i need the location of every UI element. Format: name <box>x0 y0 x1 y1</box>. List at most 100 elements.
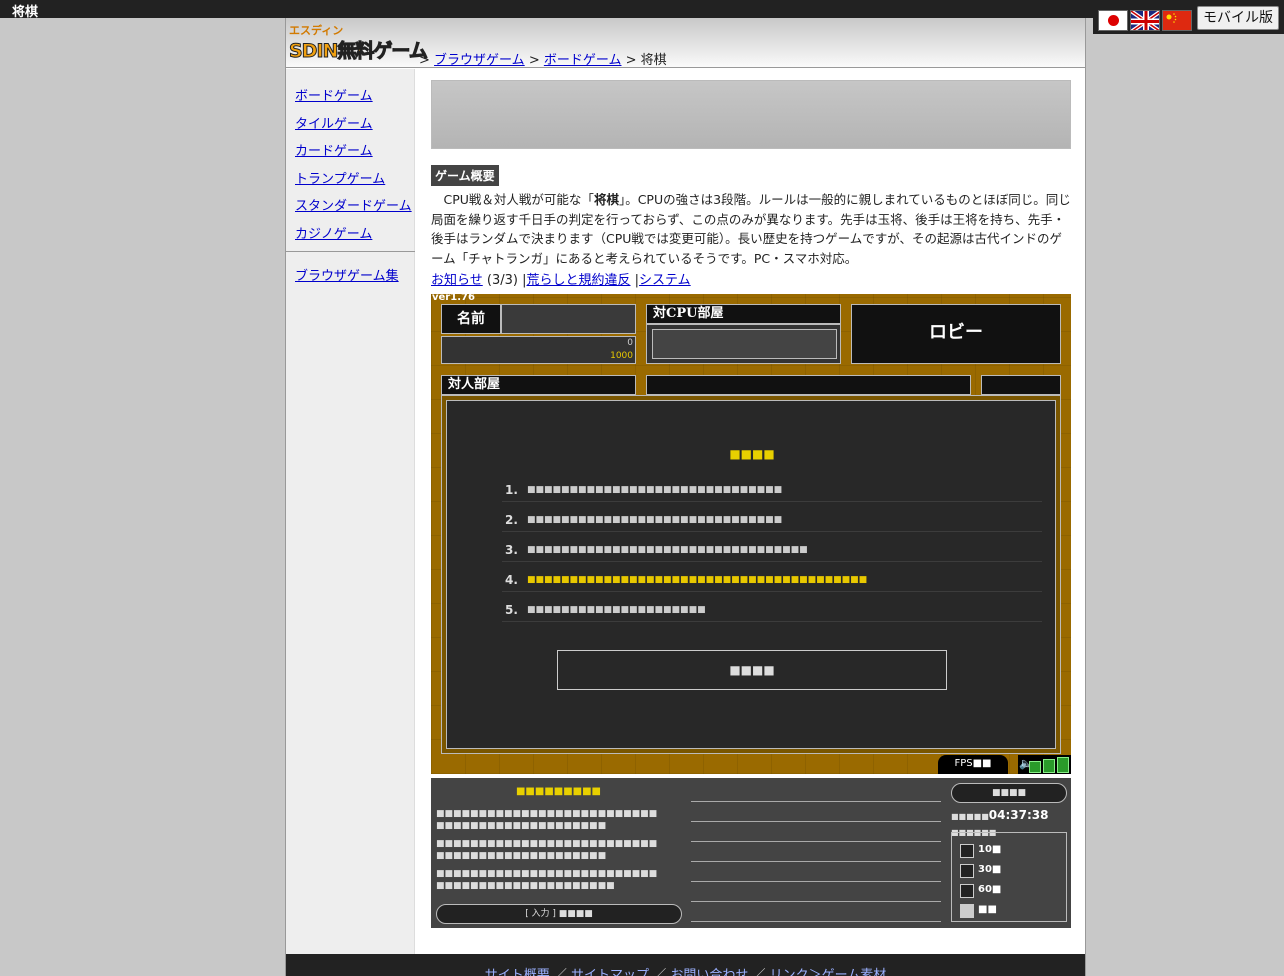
interval-value: 10 <box>978 844 992 855</box>
chat-log-line <box>691 921 941 922</box>
player-stats: 0 1000 <box>441 336 636 364</box>
footer-link-about[interactable]: サイト概要 <box>485 968 550 976</box>
rule-text: ■■■■■■■■■■■■■■■■■■■■■■■■■■■■■■ <box>527 515 783 525</box>
mobile-version-button[interactable]: モバイル版 <box>1197 6 1279 30</box>
page-title: 将棋 <box>12 5 39 20</box>
news-count: (3/3) <box>486 273 518 288</box>
interval-checkbox[interactable] <box>960 864 974 878</box>
interval-option-label: ■■ <box>978 904 997 915</box>
chat-input-button[interactable]: [ 入力 ] ■■■■ <box>436 904 682 924</box>
interval-checkbox[interactable] <box>960 884 974 898</box>
site-logo[interactable]: エスディン SDIN無料ゲーム <box>289 22 429 64</box>
footer-separator: ／ <box>553 968 567 976</box>
chat-panel: ■■■■■■■■■ ■■■■■■■■■■■■■■■■■■■■■■■■■■ ■■■■… <box>431 778 1071 928</box>
lobby-button[interactable]: ロビー <box>851 304 1061 364</box>
interval-option-label: 10■ <box>978 844 1002 855</box>
sidebar-divider <box>286 251 415 252</box>
rule-text: ■■■■■■■■■■■■■■■■■■■■■■■■■■■■■■■■■ <box>527 545 808 555</box>
name-label: 名前 <box>441 304 501 334</box>
points-value: 1000 <box>610 351 633 361</box>
logo-main-text: SDIN無料ゲーム <box>289 40 429 63</box>
chat-message: ■■■■■■■■■■■■■■■■■■■■■■■■■■ ■■■■■■■■■■■■■■… <box>436 809 658 831</box>
interval-option-label: 60■ <box>978 884 1002 895</box>
sound-control[interactable]: 🔈 <box>1018 755 1071 774</box>
terms-link[interactable]: 荒らしと規約違反 <box>527 273 631 288</box>
volume-bar[interactable] <box>1057 757 1069 773</box>
interval-option-label: 30■ <box>978 864 1002 875</box>
main-container: エスディン SDIN無料ゲーム > ブラウザゲーム > ボードゲーム > 将棋 … <box>285 18 1086 976</box>
language-switcher: モバイル版 <box>1093 2 1284 34</box>
volume-bar[interactable] <box>1043 759 1055 773</box>
footer-separator: ／ <box>653 968 667 976</box>
ad-banner[interactable] <box>431 80 1071 149</box>
breadcrumb-board-games[interactable]: ボードゲーム <box>544 53 622 68</box>
chat-log-line <box>691 821 941 822</box>
breadcrumb-browser-games[interactable]: ブラウザゲーム <box>434 53 525 68</box>
footer-link-contact[interactable]: お問い合わせ <box>670 968 748 976</box>
sidebar-item-browser-collection[interactable]: ブラウザゲーム集 <box>295 265 399 284</box>
rule-number: 4. <box>505 573 518 587</box>
breadcrumb-separator: > <box>528 53 540 68</box>
sidebar-item-board-games[interactable]: ボードゲーム <box>295 85 373 104</box>
overview-text-part: CPU戦＆対人戦が可能な「 <box>443 192 594 207</box>
rule-text: ■■■■■■■■■■■■■■■■■■■■■■■■■■■■■■ <box>527 485 783 495</box>
clock-label: ■■■■■ <box>951 812 989 821</box>
settings-button[interactable]: ■■■■ <box>951 783 1067 803</box>
rule-number: 5. <box>505 603 518 617</box>
chat-message: ■■■■■■■■■■■■■■■■■■■■■■■■■■ ■■■■■■■■■■■■■■… <box>436 869 658 891</box>
cpu-room-button[interactable] <box>652 329 837 359</box>
interval-value: 60 <box>978 884 992 895</box>
site-footer: サイト概要 ／ サイトマップ ／ お問い合わせ ／ リンク＞ゲーム素材 <box>286 954 1085 976</box>
cpu-room-panel <box>646 324 841 364</box>
rule-divider <box>502 501 1042 502</box>
chat-log-line <box>691 861 941 862</box>
stat-value: 0 <box>627 338 633 348</box>
system-link[interactable]: システム <box>639 273 691 288</box>
cpu-room-label: 対CPU部屋 <box>646 304 841 324</box>
rule-divider <box>502 591 1042 592</box>
interval-options: 10■ 30■ 60■ ■■ <box>951 832 1067 922</box>
clock-time: 04:37:38 <box>988 808 1049 822</box>
rule-divider <box>502 531 1042 532</box>
rule-text-highlight: ■■■■■■■■■■■■■■■■■■■■■■■■■■■■■■■■■■■■■■■■ <box>527 575 868 585</box>
rule-number: 1. <box>505 483 518 497</box>
rule-divider <box>502 561 1042 562</box>
interval-checkbox-checked[interactable] <box>960 904 974 918</box>
clock-display: ■■■■■04:37:38 <box>951 808 1049 822</box>
chat-log-line <box>691 841 941 842</box>
site-header: エスディン SDIN無料ゲーム > ブラウザゲーム > ボードゲーム > 将棋 <box>286 18 1085 68</box>
sidebar-item-trump-games[interactable]: トランプゲーム <box>295 168 385 187</box>
footer-link-links[interactable]: リンク＞ゲーム素材 <box>770 968 887 976</box>
news-link[interactable]: お知らせ <box>431 273 483 288</box>
interval-value: 30 <box>978 864 992 875</box>
uk-flag-icon[interactable] <box>1130 10 1160 31</box>
chat-title: ■■■■■■■■■ <box>515 786 602 797</box>
pvp-room-status <box>981 375 1061 395</box>
fps-label: FPS <box>954 758 973 769</box>
fps-toggle-button[interactable]: FPS■■ <box>938 755 1008 774</box>
top-bar: 将棋 <box>0 0 1284 20</box>
china-flag-icon[interactable] <box>1162 10 1192 31</box>
rule-number: 3. <box>505 543 518 557</box>
overview-text: CPU戦＆対人戦が可能な「将棋」。CPUの強さは3段階。ルールは一般的に親しまれ… <box>431 190 1071 268</box>
chat-log-line <box>691 801 941 802</box>
footer-link-sitemap[interactable]: サイトマップ <box>571 968 649 976</box>
rules-agree-button[interactable]: ■■■■ <box>557 650 947 690</box>
sidebar-item-card-games[interactable]: カードゲーム <box>295 140 373 159</box>
rule-number: 2. <box>505 513 518 527</box>
chat-input-label: [ 入力 ] <box>525 909 556 919</box>
sidebar-item-tile-games[interactable]: タイルゲーム <box>295 113 373 132</box>
overview-game-name: 将棋 <box>593 192 619 207</box>
name-field[interactable] <box>501 304 636 334</box>
volume-bar[interactable] <box>1029 761 1041 773</box>
version-label: ver1.76 <box>432 294 475 303</box>
rule-divider <box>502 621 1042 622</box>
pvp-room-bar <box>646 375 971 395</box>
sidebar-item-standard-games[interactable]: スタンダードゲーム <box>295 195 412 214</box>
japan-flag-icon[interactable] <box>1098 10 1128 31</box>
interval-checkbox[interactable] <box>960 844 974 858</box>
breadcrumb-current: 将棋 <box>640 53 667 68</box>
breadcrumb: > ブラウザゲーム > ボードゲーム > 将棋 <box>419 49 667 68</box>
sidebar-item-casino-games[interactable]: カジノゲーム <box>295 223 372 242</box>
game-canvas[interactable]: ver1.76 名前 0 1000 対CPU部屋 ロビー 対人部屋 ■■■■ 1… <box>431 294 1071 774</box>
